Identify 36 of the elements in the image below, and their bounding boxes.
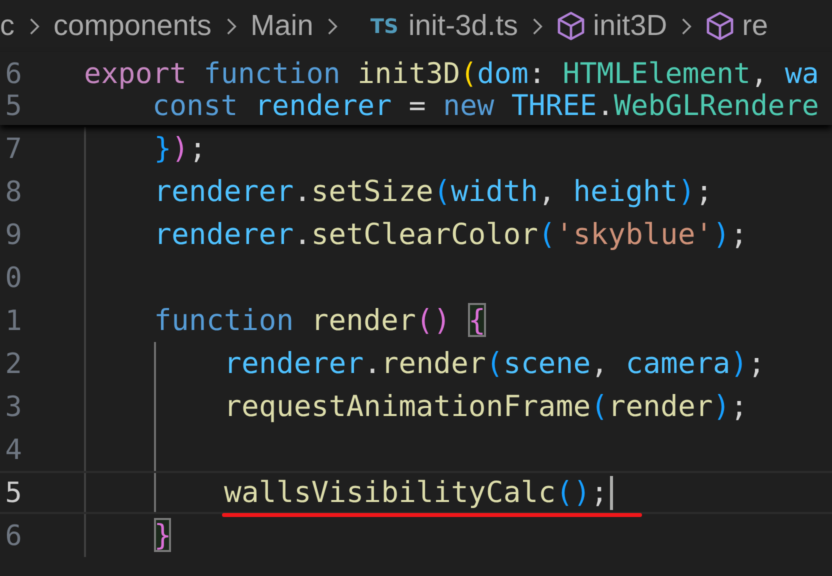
line-number: 7 xyxy=(4,131,22,167)
chevron-right-icon xyxy=(226,16,236,36)
line-number: 4 xyxy=(4,432,22,468)
breadcrumb-item[interactable]: init-3d.ts xyxy=(408,10,518,42)
chevron-right-icon xyxy=(532,16,544,36)
text-cursor xyxy=(610,476,614,510)
line-number: 5 xyxy=(4,475,22,511)
cube-icon xyxy=(706,11,734,41)
code-line: requestAnimationFrame(render); xyxy=(224,388,748,425)
code-line: export function init3D(dom: HTMLElement, wa xyxy=(84,58,820,90)
line-number: 5 xyxy=(4,90,22,122)
code-line: function render() { xyxy=(154,302,486,339)
typescript-file-icon: TS xyxy=(370,14,398,38)
line-number: 8 xyxy=(4,174,22,210)
line-number: 2 xyxy=(4,346,22,382)
breadcrumb-item[interactable]: components xyxy=(54,10,212,42)
chevron-right-icon xyxy=(327,16,338,36)
breadcrumb-item[interactable]: re xyxy=(742,10,768,42)
code-line: renderer.setClearColor('skyblue'); xyxy=(154,216,748,253)
chevron-right-icon xyxy=(681,16,692,36)
code-line: const renderer = new THREE.WebGLRendere xyxy=(151,90,820,122)
cube-icon xyxy=(557,11,586,41)
code-line: renderer.setSize(width, height); xyxy=(154,173,713,210)
code-line: }); xyxy=(154,130,206,167)
breadcrumb-item[interactable]: c xyxy=(0,10,14,42)
line-number: 6 xyxy=(4,58,22,90)
line-number: 3 xyxy=(4,389,22,425)
line-number: 6 xyxy=(4,518,22,554)
line-number: 0 xyxy=(4,260,22,296)
breadcrumb-item[interactable]: Main xyxy=(250,10,314,42)
chevron-right-icon xyxy=(28,16,40,36)
code-line: renderer.render(scene, camera); xyxy=(224,345,766,382)
line-number: 9 xyxy=(4,217,22,253)
line-number: 1 xyxy=(4,303,22,339)
breadcrumb-item[interactable]: init3D xyxy=(593,10,668,42)
code-line: wallsVisibilityCalc(); xyxy=(224,474,608,511)
